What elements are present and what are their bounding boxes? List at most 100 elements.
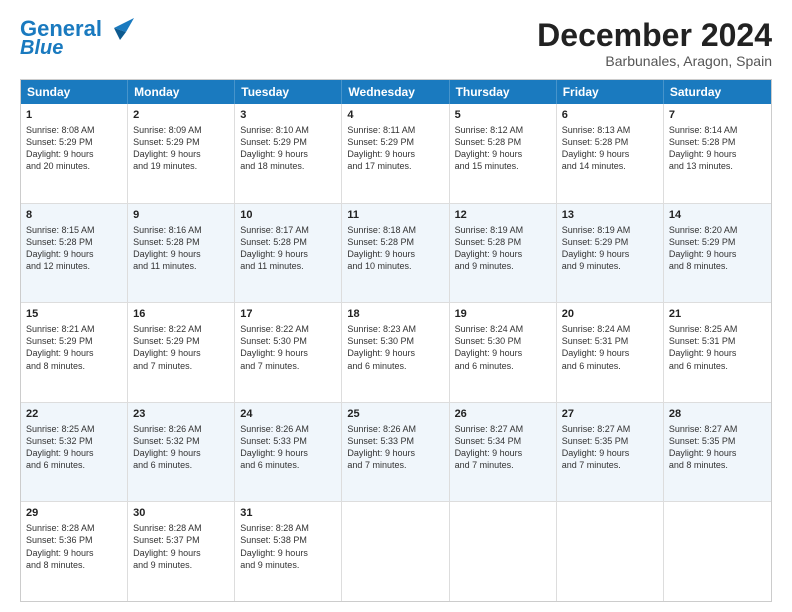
day-info-line: Daylight: 9 hours: [455, 148, 551, 160]
day-cell-18: 18Sunrise: 8:23 AM Sunset: 5:30 PM Dayli…: [342, 303, 449, 402]
title-block: December 2024 Barbunales, Aragon, Spain: [537, 18, 772, 69]
day-info-line: Sunset: 5:29 PM: [562, 236, 658, 248]
day-info-line: and 9 minutes.: [240, 559, 336, 571]
day-info-line: and 6 minutes.: [347, 360, 443, 372]
day-info-line: Daylight: 9 hours: [26, 547, 122, 559]
day-cell-28: 28Sunrise: 8:27 AM Sunset: 5:35 PM Dayli…: [664, 403, 771, 502]
day-info-line: Sunrise: 8:16 AM: [133, 224, 229, 236]
day-info-line: Sunrise: 8:09 AM: [133, 124, 229, 136]
weekday-header-friday: Friday: [557, 80, 664, 104]
day-info-line: Sunrise: 8:10 AM: [240, 124, 336, 136]
day-info-line: Sunset: 5:28 PM: [669, 136, 766, 148]
day-number: 1: [26, 108, 122, 123]
day-info-line: and 11 minutes.: [133, 260, 229, 272]
day-info-line: and 6 minutes.: [669, 360, 766, 372]
day-info-line: and 12 minutes.: [26, 260, 122, 272]
day-info-line: Daylight: 9 hours: [347, 447, 443, 459]
day-number: 5: [455, 108, 551, 123]
day-number: 2: [133, 108, 229, 123]
day-info-line: Sunrise: 8:19 AM: [455, 224, 551, 236]
empty-cell: [664, 502, 771, 601]
day-info-line: Daylight: 9 hours: [455, 248, 551, 260]
day-info-line: Sunrise: 8:25 AM: [669, 323, 766, 335]
day-info-line: and 7 minutes.: [347, 459, 443, 471]
day-cell-7: 7Sunrise: 8:14 AM Sunset: 5:28 PM Daylig…: [664, 104, 771, 203]
day-cell-13: 13Sunrise: 8:19 AM Sunset: 5:29 PM Dayli…: [557, 204, 664, 303]
day-info-line: Sunrise: 8:22 AM: [133, 323, 229, 335]
day-cell-23: 23Sunrise: 8:26 AM Sunset: 5:32 PM Dayli…: [128, 403, 235, 502]
day-info-line: Daylight: 9 hours: [669, 248, 766, 260]
day-cell-8: 8Sunrise: 8:15 AM Sunset: 5:28 PM Daylig…: [21, 204, 128, 303]
day-number: 31: [240, 506, 336, 521]
day-number: 4: [347, 108, 443, 123]
day-info-line: Sunset: 5:29 PM: [26, 136, 122, 148]
day-number: 23: [133, 407, 229, 422]
day-info-line: Sunset: 5:29 PM: [26, 335, 122, 347]
day-info-line: Daylight: 9 hours: [562, 347, 658, 359]
day-info-line: Sunset: 5:30 PM: [455, 335, 551, 347]
day-number: 13: [562, 208, 658, 223]
day-cell-12: 12Sunrise: 8:19 AM Sunset: 5:28 PM Dayli…: [450, 204, 557, 303]
day-info-line: and 8 minutes.: [669, 260, 766, 272]
day-info-line: Daylight: 9 hours: [455, 347, 551, 359]
day-info-line: Daylight: 9 hours: [133, 248, 229, 260]
day-info-line: Sunrise: 8:15 AM: [26, 224, 122, 236]
day-info-line: Daylight: 9 hours: [133, 447, 229, 459]
day-info-line: Sunrise: 8:24 AM: [455, 323, 551, 335]
day-info-line: and 6 minutes.: [240, 459, 336, 471]
day-info-line: Daylight: 9 hours: [669, 148, 766, 160]
day-cell-14: 14Sunrise: 8:20 AM Sunset: 5:29 PM Dayli…: [664, 204, 771, 303]
day-info-line: and 15 minutes.: [455, 160, 551, 172]
day-info-line: Sunrise: 8:28 AM: [26, 522, 122, 534]
day-number: 24: [240, 407, 336, 422]
logo: General Blue: [20, 18, 134, 58]
day-number: 3: [240, 108, 336, 123]
day-cell-4: 4Sunrise: 8:11 AM Sunset: 5:29 PM Daylig…: [342, 104, 449, 203]
calendar-row: 15Sunrise: 8:21 AM Sunset: 5:29 PM Dayli…: [21, 303, 771, 403]
day-info-line: Sunset: 5:32 PM: [26, 435, 122, 447]
day-number: 25: [347, 407, 443, 422]
day-number: 11: [347, 208, 443, 223]
day-info-line: Daylight: 9 hours: [240, 447, 336, 459]
day-number: 27: [562, 407, 658, 422]
logo-blue: Blue: [20, 38, 63, 58]
day-info-line: and 11 minutes.: [240, 260, 336, 272]
day-cell-6: 6Sunrise: 8:13 AM Sunset: 5:28 PM Daylig…: [557, 104, 664, 203]
day-info-line: Daylight: 9 hours: [133, 547, 229, 559]
day-info-line: Daylight: 9 hours: [347, 347, 443, 359]
calendar-row: 22Sunrise: 8:25 AM Sunset: 5:32 PM Dayli…: [21, 403, 771, 503]
day-info-line: and 6 minutes.: [455, 360, 551, 372]
day-number: 28: [669, 407, 766, 422]
day-info-line: Daylight: 9 hours: [133, 148, 229, 160]
day-info-line: Sunset: 5:28 PM: [133, 236, 229, 248]
day-info-line: Daylight: 9 hours: [26, 447, 122, 459]
day-number: 26: [455, 407, 551, 422]
day-info-line: Daylight: 9 hours: [26, 148, 122, 160]
day-info-line: and 7 minutes.: [562, 459, 658, 471]
calendar: SundayMondayTuesdayWednesdayThursdayFrid…: [20, 79, 772, 602]
day-cell-24: 24Sunrise: 8:26 AM Sunset: 5:33 PM Dayli…: [235, 403, 342, 502]
day-number: 16: [133, 307, 229, 322]
day-cell-19: 19Sunrise: 8:24 AM Sunset: 5:30 PM Dayli…: [450, 303, 557, 402]
day-info-line: Sunrise: 8:19 AM: [562, 224, 658, 236]
day-cell-29: 29Sunrise: 8:28 AM Sunset: 5:36 PM Dayli…: [21, 502, 128, 601]
day-info-line: Sunrise: 8:28 AM: [240, 522, 336, 534]
day-info-line: Sunset: 5:34 PM: [455, 435, 551, 447]
day-info-line: and 8 minutes.: [26, 360, 122, 372]
day-number: 14: [669, 208, 766, 223]
day-info-line: Sunset: 5:31 PM: [562, 335, 658, 347]
day-info-line: Sunset: 5:29 PM: [669, 236, 766, 248]
day-info-line: Sunset: 5:28 PM: [455, 236, 551, 248]
day-info-line: and 7 minutes.: [133, 360, 229, 372]
day-info-line: Sunrise: 8:24 AM: [562, 323, 658, 335]
day-info-line: Daylight: 9 hours: [669, 447, 766, 459]
day-number: 30: [133, 506, 229, 521]
day-cell-1: 1Sunrise: 8:08 AM Sunset: 5:29 PM Daylig…: [21, 104, 128, 203]
day-number: 9: [133, 208, 229, 223]
day-info-line: Sunrise: 8:17 AM: [240, 224, 336, 236]
day-info-line: Sunrise: 8:28 AM: [133, 522, 229, 534]
day-number: 6: [562, 108, 658, 123]
page: General Blue December 2024 Barbunales, A…: [0, 0, 792, 612]
month-title: December 2024: [537, 18, 772, 53]
day-info-line: and 8 minutes.: [26, 559, 122, 571]
